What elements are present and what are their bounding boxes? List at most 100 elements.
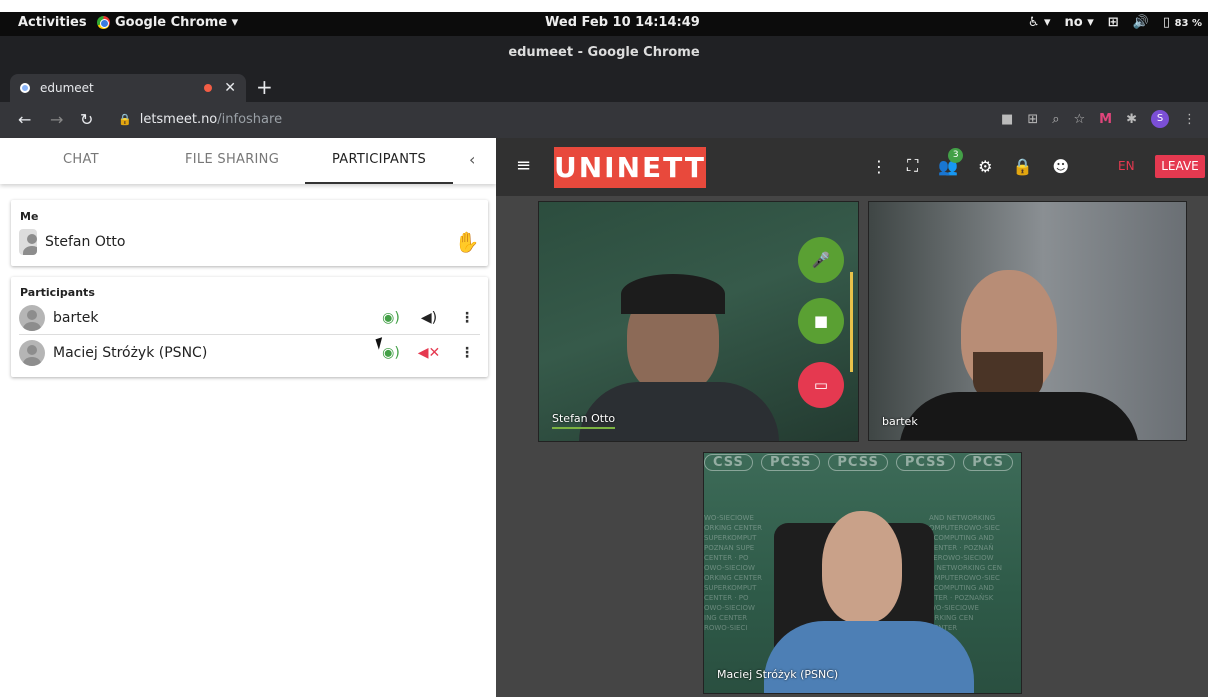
participant-name: bartek: [53, 309, 99, 326]
close-tab-icon[interactable]: ✕: [224, 80, 236, 96]
favicon-icon: [20, 83, 30, 93]
battery-level: 83 %: [1174, 18, 1202, 29]
camera-button[interactable]: ■: [798, 298, 844, 344]
backdrop-line: OMPUTEROWO-SIEC: [929, 524, 1000, 532]
avatar: [19, 340, 45, 366]
backdrop-line: D NETWORKING CEN: [929, 564, 1002, 572]
participants-button[interactable]: 👥 3: [938, 147, 964, 176]
tab-file-sharing[interactable]: FILE SHARING: [185, 138, 279, 184]
back-button[interactable]: ←: [18, 110, 31, 129]
system-top-bar: Activities Google Chrome ▾ Wed Feb 10 14…: [0, 12, 1208, 36]
recording-dot-icon: [204, 84, 213, 92]
pcss-logo: PCS: [963, 454, 1013, 471]
battery-icon: ▯: [1162, 15, 1171, 30]
pcss-logo: PCSS: [895, 454, 956, 471]
reload-button[interactable]: ↻: [80, 110, 93, 129]
app-bar: ≡ UNINETT ⋮ ⛶ 👥 3 ⚙ 🔒 ☻ EN LEAVE: [496, 138, 1208, 196]
backdrop-line: WO-SIECIOWE: [929, 604, 979, 612]
more-options-icon[interactable]: ⋮: [454, 345, 480, 361]
keyboard-layout[interactable]: no ▾: [1065, 15, 1094, 30]
url-host: letsmeet.no: [139, 112, 218, 127]
window-title: edumeet - Google Chrome: [0, 36, 1208, 70]
browser-menu-icon[interactable]: ⋮: [1183, 112, 1196, 127]
forward-button[interactable]: →: [50, 110, 63, 129]
lock-room-icon[interactable]: 🔒: [1012, 157, 1032, 176]
battery-indicator[interactable]: ▯ 83 %: [1163, 15, 1202, 30]
more-options-icon[interactable]: ⋮: [454, 310, 480, 326]
participants-card: Participants bartek ◉) ◀) ⋮ Maciej Stróż…: [11, 277, 488, 377]
list-item[interactable]: Maciej Stróżyk (PSNC) ◉) ◀✕ ⋮: [19, 336, 480, 370]
extensions-puzzle-icon[interactable]: ✱: [1126, 112, 1137, 127]
app-menu[interactable]: Google Chrome ▾: [97, 15, 238, 30]
raise-hand-icon[interactable]: ✋: [454, 230, 480, 254]
translate-icon[interactable]: ⊞: [1027, 112, 1038, 127]
accessibility-icon[interactable]: ♿ ▾: [1028, 15, 1051, 30]
speaking-icon: ◉): [382, 309, 400, 326]
side-drawer: CHAT FILE SHARING PARTICIPANTS ‹ Me Stef…: [0, 138, 496, 697]
video-name-label: Stefan Otto: [552, 412, 616, 429]
video-tile-stefan-otto[interactable]: Stefan Otto 🎤 ■ ▭: [538, 201, 859, 442]
mic-button[interactable]: 🎤: [798, 237, 844, 283]
uninett-logo: UNINETT: [554, 147, 706, 188]
avatar: [19, 304, 45, 331]
zoom-icon[interactable]: ⌕: [1052, 112, 1059, 127]
address-bar[interactable]: 🔒 letsmeet.no /infoshare: [118, 112, 282, 127]
backdrop-line: CENTER · POZNAŃ: [929, 544, 994, 552]
app-actions: ⋮ ⛶ 👥 3 ⚙ 🔒 ☻: [871, 147, 1069, 176]
video-name-label: bartek: [882, 415, 918, 428]
tab-chat[interactable]: CHAT: [63, 138, 99, 184]
screen-share-button[interactable]: ▭: [798, 362, 844, 408]
backdrop-line: OMPUTEROWO-SIEC: [929, 574, 1000, 582]
backdrop-line: RCOMPUTING AND: [929, 534, 994, 542]
backdrop-line: AND NETWORKING: [929, 514, 996, 522]
toolbar-icons: ■ ⊞ ⌕ ☆ M ✱ S ⋮: [1001, 110, 1196, 128]
participant-video-body: [764, 621, 974, 693]
video-name-label: Maciej Stróżyk (PSNC): [717, 668, 839, 681]
volume-icon[interactable]: 🔊: [1133, 15, 1149, 30]
pcss-logo-backdrop: CSS PCSS PCSS PCSS PCS: [704, 454, 1021, 471]
profile-avatar[interactable]: S: [1151, 110, 1169, 128]
network-icon[interactable]: ⊞: [1108, 15, 1119, 30]
backdrop-line: TEROWO-SIECIOW: [929, 554, 994, 562]
close-drawer-icon[interactable]: ‹: [469, 138, 476, 184]
clock[interactable]: Wed Feb 10 14:14:49: [545, 15, 700, 30]
pcss-logo: PCSS: [828, 454, 888, 471]
pcss-logo: PCSS: [760, 454, 821, 471]
leave-button[interactable]: LEAVE: [1155, 155, 1205, 178]
settings-gear-icon[interactable]: ⚙: [978, 157, 992, 176]
muted-volume-icon[interactable]: ◀✕: [416, 345, 442, 361]
drawer-tabs: CHAT FILE SHARING PARTICIPANTS ‹: [0, 138, 496, 184]
new-tab-button[interactable]: +: [256, 75, 273, 99]
backdrop-line: NTER · POZNAŃSK: [929, 594, 994, 602]
video-tile-maciej[interactable]: CSS PCSS PCSS PCSS PCS WO-SIECIOWE ORKING CE…: [703, 452, 1022, 694]
activities-button[interactable]: Activities: [18, 15, 87, 30]
chrome-logo-icon: [97, 16, 110, 29]
tab-strip: edumeet ✕ +: [0, 70, 1208, 102]
me-card: Me Stefan Otto ✋: [11, 200, 488, 266]
avatar: [19, 229, 37, 255]
backdrop-line: RCOMPUTING AND: [929, 584, 994, 592]
browser-toolbar: ← → ↻ 🔒 letsmeet.no /infoshare ■ ⊞ ⌕ ☆ M…: [0, 102, 1208, 138]
pcss-logo: CSS: [704, 454, 753, 471]
lock-icon[interactable]: 🔒: [118, 113, 132, 126]
bookmark-star-icon[interactable]: ☆: [1074, 112, 1086, 127]
tab-title: edumeet: [40, 81, 94, 95]
tab-participants[interactable]: PARTICIPANTS: [305, 138, 453, 184]
menu-icon[interactable]: ≡: [516, 155, 531, 176]
account-icon[interactable]: ☻: [1052, 157, 1069, 176]
headphones-icon: [621, 274, 725, 314]
control-rail: [850, 272, 853, 372]
volume-icon[interactable]: ◀): [416, 310, 442, 326]
me-row: Stefan Otto ✋: [19, 225, 480, 259]
more-vert-icon[interactable]: ⋮: [871, 157, 887, 176]
extension-m-icon[interactable]: M: [1099, 112, 1112, 127]
backdrop-line: ORKING CEN: [929, 614, 974, 622]
meeting-area: ≡ UNINETT ⋮ ⛶ 👥 3 ⚙ 🔒 ☻ EN LEAVE Stefan …: [496, 138, 1208, 697]
system-tray[interactable]: ♿ ▾ no ▾ ⊞ 🔊 ▯ 83 %: [1028, 15, 1202, 30]
list-item[interactable]: bartek ◉) ◀) ⋮: [19, 301, 480, 335]
fullscreen-icon[interactable]: ⛶: [907, 156, 918, 176]
video-tile-bartek[interactable]: bartek: [868, 201, 1187, 441]
language-button[interactable]: EN: [1118, 159, 1135, 173]
camera-in-use-icon[interactable]: ■: [1001, 112, 1013, 127]
browser-tab[interactable]: edumeet ✕: [10, 74, 246, 102]
